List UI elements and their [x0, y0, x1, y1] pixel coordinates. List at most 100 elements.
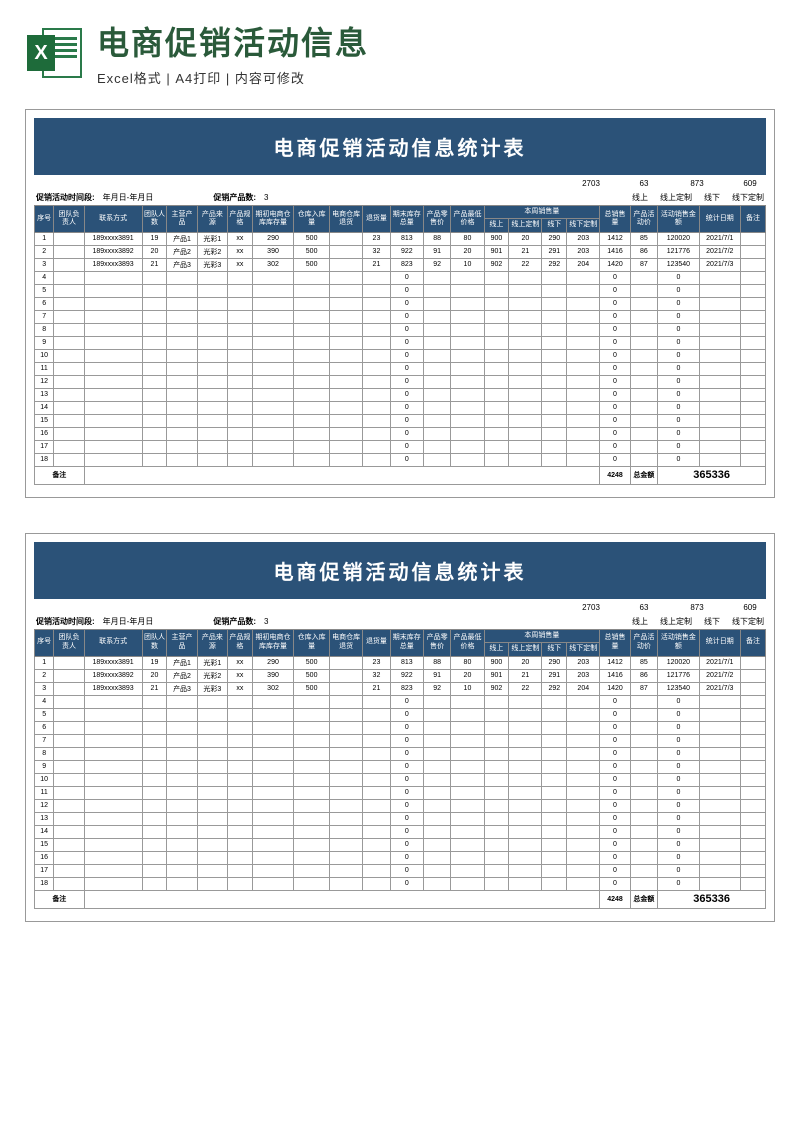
table-row: 9000 [35, 760, 766, 773]
table-row: 10000 [35, 773, 766, 786]
sheet-container: 电商促销活动信息统计表270363873609促销活动时间段:年月日-年月日促销… [0, 99, 800, 987]
col-subheader: 线上 [484, 643, 509, 656]
col-header: 产品最低价格 [451, 206, 484, 233]
table-row: 17000 [35, 864, 766, 877]
col-header: 主营产品 [167, 206, 197, 233]
table-row: 5000 [35, 708, 766, 721]
table-row: 13000 [35, 388, 766, 401]
col-header: 电商仓库退货 [330, 629, 363, 656]
table-row: 2189xxxx389220产品2光彩2xx390500329229120901… [35, 245, 766, 258]
table-row: 3189xxxx389321产品3光彩3xx302500218239210902… [35, 682, 766, 695]
table-row: 17000 [35, 440, 766, 453]
col-header: 期初电商仓库库存量 [252, 206, 293, 233]
col-header: 团队负责人 [54, 629, 84, 656]
col-header: 团队人数 [142, 206, 167, 233]
col-header: 退货量 [363, 629, 391, 656]
col-subheader: 线下定制 [567, 643, 600, 656]
col-header: 产品最低价格 [451, 629, 484, 656]
col-header: 退货量 [363, 206, 391, 233]
sub-title: Excel格式 | A4打印 | 内容可修改 [97, 68, 775, 87]
col-header: 联系方式 [84, 629, 142, 656]
table-row: 7000 [35, 734, 766, 747]
meta-row: 促销活动时间段:年月日-年月日促销产品数:3线上线上定制线下线下定制 [34, 614, 766, 629]
table-row: 5000 [35, 284, 766, 297]
col-header: 团队人数 [142, 629, 167, 656]
col-subheader: 线下 [542, 219, 567, 232]
col-header: 活动销售金额 [658, 629, 699, 656]
col-header: 主营产品 [167, 629, 197, 656]
table-row: 4000 [35, 695, 766, 708]
col-header: 序号 [35, 206, 54, 233]
col-subheader: 线下 [542, 643, 567, 656]
col-header: 期末库存总量 [390, 206, 423, 233]
summary-values: 270363873609 [34, 175, 766, 190]
col-header: 期初电商仓库库存量 [252, 629, 293, 656]
col-header: 产品来源 [197, 629, 227, 656]
col-header: 总销售量 [600, 206, 630, 233]
table-row: 2189xxxx389220产品2光彩2xx390500329229120901… [35, 669, 766, 682]
excel-file-icon: X [25, 23, 85, 83]
product-count-label: 促销产品数: [213, 616, 256, 627]
header-text: 电商促销活动信息 Excel格式 | A4打印 | 内容可修改 [97, 18, 775, 87]
col-header: 期末库存总量 [390, 629, 423, 656]
table-row: 15000 [35, 414, 766, 427]
col-header: 产品零售价 [423, 629, 451, 656]
col-header-week: 本周销售量 [484, 206, 600, 219]
table-row: 7000 [35, 310, 766, 323]
table-row: 1189xxxx389119产品1光彩1xx290500238138880900… [35, 656, 766, 669]
table-row: 15000 [35, 838, 766, 851]
svg-text:X: X [34, 42, 48, 64]
col-header: 统计日期 [699, 206, 740, 233]
col-header: 序号 [35, 629, 54, 656]
table-row: 13000 [35, 812, 766, 825]
col-header: 产品规格 [228, 629, 253, 656]
table-row: 8000 [35, 323, 766, 336]
table-row: 11000 [35, 362, 766, 375]
table-row: 14000 [35, 825, 766, 838]
col-header: 产品规格 [228, 206, 253, 233]
table-row: 10000 [35, 349, 766, 362]
col-subheader: 线下定制 [567, 219, 600, 232]
col-header: 电商仓库退货 [330, 206, 363, 233]
col-header: 团队负责人 [54, 206, 84, 233]
summary-values: 270363873609 [34, 599, 766, 614]
col-header: 联系方式 [84, 206, 142, 233]
sheet-2: 电商促销活动信息统计表270363873609促销活动时间段:年月日-年月日促销… [25, 533, 775, 922]
col-header: 产品来源 [197, 206, 227, 233]
table-row: 3189xxxx389321产品3光彩3xx302500218239210902… [35, 258, 766, 271]
col-header: 仓库入库量 [294, 629, 330, 656]
footer-row: 备注4248总金额365336 [35, 466, 766, 484]
col-header: 仓库入库量 [294, 206, 330, 233]
col-header: 统计日期 [699, 629, 740, 656]
sheet-1: 电商促销活动信息统计表270363873609促销活动时间段:年月日-年月日促销… [25, 109, 775, 498]
col-header: 产品零售价 [423, 206, 451, 233]
data-table: 序号团队负责人联系方式团队人数主营产品产品来源产品规格期初电商仓库库存量仓库入库… [34, 629, 766, 909]
sheet-banner: 电商促销活动信息统计表 [34, 542, 766, 599]
col-header: 活动销售金额 [658, 206, 699, 233]
meta-row: 促销活动时间段:年月日-年月日促销产品数:3线上线上定制线下线下定制 [34, 190, 766, 205]
table-row: 8000 [35, 747, 766, 760]
col-header-week: 本周销售量 [484, 629, 600, 642]
table-row: 16000 [35, 851, 766, 864]
table-row: 4000 [35, 271, 766, 284]
col-subheader: 线上 [484, 219, 509, 232]
col-subheader: 线上定制 [509, 219, 542, 232]
col-header: 产品活动价 [630, 206, 658, 233]
table-row: 6000 [35, 297, 766, 310]
sheet-banner: 电商促销活动信息统计表 [34, 118, 766, 175]
table-row: 12000 [35, 799, 766, 812]
col-header: 总销售量 [600, 629, 630, 656]
table-row: 16000 [35, 427, 766, 440]
period-label: 促销活动时间段: [36, 192, 95, 203]
table-row: 11000 [35, 786, 766, 799]
page-header: X 电商促销活动信息 Excel格式 | A4打印 | 内容可修改 [0, 0, 800, 99]
table-row: 1189xxxx389119产品1光彩1xx290500238138880900… [35, 232, 766, 245]
table-row: 12000 [35, 375, 766, 388]
col-header: 产品活动价 [630, 629, 658, 656]
col-subheader: 线上定制 [509, 643, 542, 656]
table-row: 14000 [35, 401, 766, 414]
table-row: 9000 [35, 336, 766, 349]
footer-row: 备注4248总金额365336 [35, 890, 766, 908]
data-table: 序号团队负责人联系方式团队人数主营产品产品来源产品规格期初电商仓库库存量仓库入库… [34, 205, 766, 485]
table-row: 18000 [35, 453, 766, 466]
